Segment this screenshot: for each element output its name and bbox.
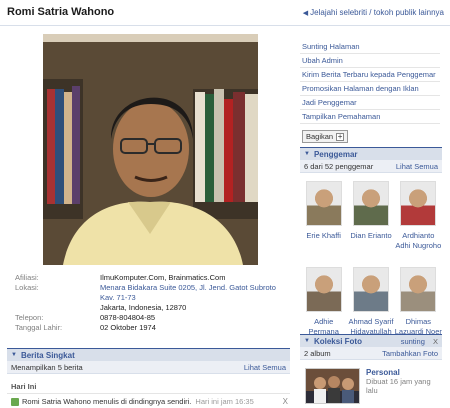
today-heading: Hari Ini <box>7 382 290 394</box>
album-thumbnail-image <box>306 369 359 403</box>
photos-title-wrap: ▼ Koleksi Foto <box>304 337 362 346</box>
info-value: 02 Oktober 1974 <box>100 323 156 332</box>
info-row-phone: Telepon: 0878-804804-85 <box>15 313 285 323</box>
share-button[interactable]: Bagikan + <box>302 130 349 143</box>
news-story: Romi Satria Wahono menulis di dindingnya… <box>7 397 290 406</box>
collapse-triangle-icon[interactable]: ▼ <box>11 352 17 358</box>
news-box-title: Berita Singkat <box>20 350 75 360</box>
back-arrow-icon: ◀ <box>302 10 309 17</box>
admin-sidebar: Sunting Halaman Ubah Admin Kirim Berita … <box>300 40 440 143</box>
fans-box-subheader: 6 dari 52 penggemar Lihat Semua <box>300 160 442 173</box>
browse-celebrities-link[interactable]: ◀ Jelajahi selebriti / tokoh publik lainn… <box>303 8 444 17</box>
info-row-birthday: Tanggal Lahir: 02 Oktober 1974 <box>15 323 285 333</box>
share-button-label: Bagikan <box>306 132 334 141</box>
fans-grid: Erie Khaffi Dian Erianto Ardhianto Adhi … <box>300 173 442 349</box>
album-count: 2 album <box>304 348 331 358</box>
photos-actions: sunting X <box>401 337 438 346</box>
album-info: Personal Dibuat 16 jam yang lalu <box>366 368 436 404</box>
news-see-all-link[interactable]: Lihat Semua <box>244 363 286 372</box>
news-box-subheader: Menampilkan 5 berita Lihat Semua <box>7 361 290 374</box>
fans-see-all-link[interactable]: Lihat Semua <box>396 162 438 171</box>
sidebar-link-send-update[interactable]: Kirim Berita Terbaru kepada Penggemar <box>300 68 440 82</box>
close-icon[interactable]: X <box>433 337 438 346</box>
photos-box-header[interactable]: ▼ Koleksi Foto sunting X <box>300 334 442 347</box>
photos-box-title: Koleksi Foto <box>313 336 362 346</box>
title-divider <box>0 25 450 26</box>
info-value: 0878-804804-85 <box>100 313 156 322</box>
info-value: IlmuKomputer.Com, Brainmatics.Com <box>100 273 226 282</box>
news-showing: Menampilkan 5 berita <box>11 362 83 372</box>
fan-avatar[interactable] <box>400 267 437 312</box>
info-label: Afiliasi: <box>15 273 39 282</box>
fan-name[interactable]: Ardhianto Adhi Nugroho <box>395 231 442 251</box>
info-label <box>15 303 100 313</box>
sidebar-link-promote[interactable]: Promosikan Halaman dengan Iklan <box>300 82 440 96</box>
fan-card[interactable]: Dian Erianto <box>347 181 394 263</box>
info-row-affiliation: Afiliasi: IlmuKomputer.Com, Brainmatics.… <box>15 273 285 283</box>
fan-avatar[interactable] <box>305 181 342 226</box>
fans-box-header[interactable]: ▼ Penggemar <box>300 147 442 160</box>
album-thumbnail[interactable] <box>305 368 360 404</box>
page-title: Romi Satria Wahono <box>7 6 115 18</box>
profile-photo[interactable] <box>43 34 258 265</box>
fans-count: 6 dari 52 penggemar <box>304 161 374 171</box>
story-time: Hari ini jam 16:35 <box>195 397 254 406</box>
fan-avatar[interactable] <box>305 267 342 312</box>
album-item[interactable]: Personal Dibuat 16 jam yang lalu <box>300 368 442 404</box>
news-box-header[interactable]: ▼ Berita Singkat <box>7 348 290 361</box>
close-icon[interactable]: X <box>283 397 290 406</box>
fans-box: ▼ Penggemar 6 dari 52 penggemar Lihat Se… <box>300 147 442 349</box>
fan-avatar[interactable] <box>400 181 437 226</box>
sidebar-link-edit-page[interactable]: Sunting Halaman <box>300 40 440 54</box>
info-label: Lokasi: <box>15 283 39 292</box>
fan-avatar[interactable] <box>352 267 389 312</box>
info-row-location: Lokasi: Menara Bidakara Suite 0205, Jl. … <box>15 283 285 303</box>
fan-avatar[interactable] <box>352 181 389 226</box>
album-name[interactable]: Personal <box>366 368 436 377</box>
info-label: Tanggal Lahir: <box>15 323 63 332</box>
fan-name[interactable]: Erie Khaffi <box>300 231 347 241</box>
info-value: Jakarta, Indonesia, 12870 <box>100 303 187 312</box>
sidebar-link-change-admin[interactable]: Ubah Admin <box>300 54 440 68</box>
fan-card[interactable]: Ardhianto Adhi Nugroho <box>395 181 442 263</box>
news-box: ▼ Berita Singkat Menampilkan 5 berita Li… <box>7 348 290 406</box>
collapse-triangle-icon[interactable]: ▼ <box>304 338 310 344</box>
plus-icon: + <box>336 131 345 141</box>
wall-post-icon <box>11 397 19 406</box>
photos-box-subheader: 2 album Tambahkan Foto <box>300 347 442 360</box>
add-photos-link[interactable]: Tambahkan Foto <box>382 349 438 358</box>
fans-box-title: Penggemar <box>313 149 358 159</box>
location-link[interactable]: Menara Bidakara Suite 0205, Jl. Jend. Ga… <box>100 283 285 303</box>
info-row-city: Jakarta, Indonesia, 12870 <box>15 303 285 313</box>
sidebar-link-show-insights[interactable]: Tampilkan Pemahaman <box>300 110 440 124</box>
collapse-triangle-icon[interactable]: ▼ <box>304 151 310 157</box>
photos-edit-link[interactable]: sunting <box>401 337 425 346</box>
fan-name[interactable]: Dian Erianto <box>347 231 394 241</box>
info-label: Telepon: <box>15 313 44 322</box>
sidebar-link-become-fan[interactable]: Jadi Penggemar <box>300 96 440 110</box>
photos-box: ▼ Koleksi Foto sunting X 2 album Tambahk… <box>300 334 442 404</box>
profile-photo-image <box>43 34 258 265</box>
album-meta: Dibuat 16 jam yang lalu <box>366 377 431 395</box>
profile-info: Afiliasi: IlmuKomputer.Com, Brainmatics.… <box>15 273 285 333</box>
story-text: Romi Satria Wahono menulis di dindingnya… <box>22 397 192 406</box>
browse-celebrities-label: Jelajahi selebriti / tokoh publik lainny… <box>310 8 444 17</box>
fan-card[interactable]: Erie Khaffi <box>300 181 347 263</box>
